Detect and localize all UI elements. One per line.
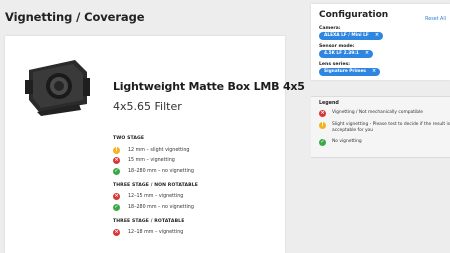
result-row: × 15 mm – vignetting	[113, 156, 283, 167]
camera-chip-label: ALEXA LF / Mini LF	[324, 33, 369, 39]
lens-series-chip[interactable]: Signature Primes ×	[319, 68, 381, 76]
legend-title: Legend	[319, 101, 339, 106]
lens-series-label: Lens series:	[319, 62, 351, 67]
result-row: ✓ 18–280 mm – no vignetting	[113, 202, 283, 213]
close-circle-icon: ×	[113, 193, 120, 201]
configuration-panel: Configuration Reset All Camera: ALEXA LF…	[311, 4, 450, 80]
camera-label: Camera:	[319, 26, 341, 31]
close-icon[interactable]: ×	[372, 69, 376, 74]
sensor-mode-chip-label: 4.5K LF 2.39:1	[324, 51, 359, 57]
matte-box-image	[25, 60, 90, 116]
results-list: TWO STAGE ! 12 mm – slight vignetting × …	[113, 136, 283, 238]
lens-series-chip-label: Signature Primes	[324, 69, 366, 75]
result-row: × 12–18 mm – vignetting	[113, 228, 283, 239]
legend-text: Slight vignetting - Please test to decid…	[332, 122, 450, 133]
close-icon[interactable]: ×	[365, 51, 369, 56]
legend-panel: Legend × Vignetting / Not mechanically c…	[311, 96, 450, 158]
check-circle-icon: ✓	[113, 167, 120, 175]
close-icon[interactable]: ×	[375, 33, 379, 38]
result-row: ! 12 mm – slight vignetting	[113, 145, 283, 156]
result-text: 12 mm – slight vignetting	[128, 147, 190, 153]
exclamation-circle-icon: !	[113, 146, 120, 154]
product-subtitle: 4x5.65 Filter	[113, 100, 182, 113]
close-circle-icon: ×	[113, 229, 120, 237]
result-text: 18–280 mm – no vignetting	[128, 204, 194, 210]
exclamation-circle-icon: !	[319, 122, 326, 129]
legend-item: ✓ No vignetting	[319, 139, 450, 146]
result-text: 12–18 mm – vignetting	[128, 230, 184, 236]
section-heading: TWO STAGE	[113, 136, 145, 141]
configuration-title: Configuration	[319, 10, 389, 20]
legend-item: × Vignetting / Not mechanically compatib…	[319, 110, 450, 117]
reset-all-link[interactable]: Reset All	[425, 17, 446, 22]
legend-text: No vignetting	[332, 139, 362, 144]
close-circle-icon: ×	[113, 157, 120, 165]
sensor-mode-chip[interactable]: 4.5K LF 2.39:1 ×	[319, 50, 374, 58]
check-circle-icon: ✓	[113, 203, 120, 211]
result-text: 15 mm – vignetting	[128, 158, 175, 164]
product-card: Lightweight Matte Box LMB 4x5 4x5.65 Fil…	[5, 36, 305, 253]
legend-item: ! Slight vignetting - Please test to dec…	[319, 122, 450, 133]
result-text: 18–280 mm – no vignetting	[128, 168, 194, 174]
page-title: Vignetting / Coverage	[5, 10, 145, 24]
legend-text: Vignetting / Not mechanically compatible	[332, 110, 423, 115]
result-text: 12–15 mm – vignetting	[128, 194, 184, 200]
camera-chip[interactable]: ALEXA LF / Mini LF ×	[319, 32, 384, 40]
result-row: ✓ 18–280 mm – no vignetting	[113, 166, 283, 177]
result-row: × 12–15 mm – vignetting	[113, 192, 283, 203]
product-name: Lightweight Matte Box LMB 4x5	[113, 80, 305, 93]
section-heading: THREE STAGE / ROTATABLE	[113, 218, 185, 224]
sensor-mode-label: Sensor mode:	[319, 44, 355, 49]
check-circle-icon: ✓	[319, 138, 326, 146]
section-heading: THREE STAGE / NON ROTATABLE	[113, 182, 199, 188]
close-circle-icon: ×	[319, 109, 326, 117]
